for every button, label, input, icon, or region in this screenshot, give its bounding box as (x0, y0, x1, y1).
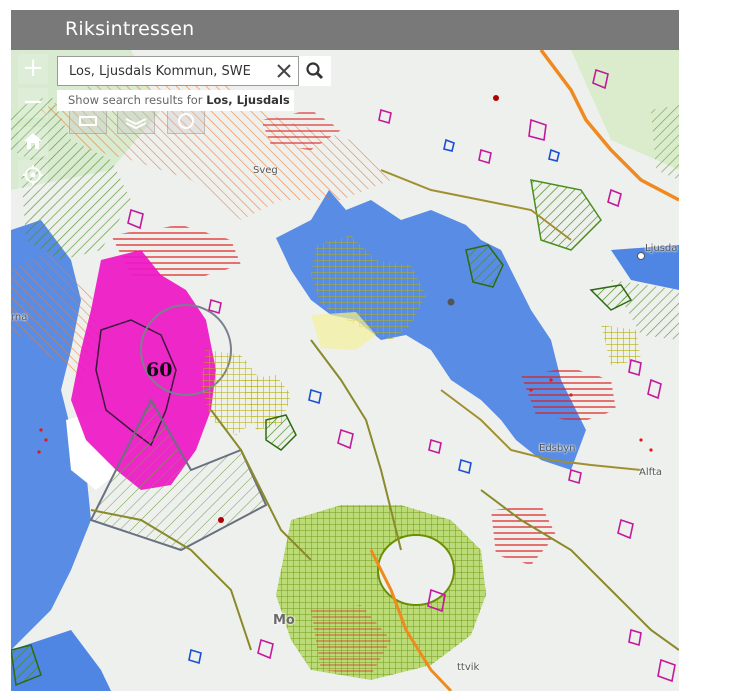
zoom-in-button[interactable]: + (18, 54, 48, 84)
map-label-ljusdal: Ljusda (645, 243, 678, 254)
close-icon (277, 64, 291, 78)
search-icon (306, 62, 324, 80)
home-icon (24, 133, 42, 149)
search-suggestion-term: Los, Ljusdals ... (206, 93, 294, 107)
app-window: Riksintressen Sveg Ljusda Edsbyn Alfta M… (11, 10, 679, 691)
zoom-out-button[interactable]: − (18, 88, 48, 118)
locate-button[interactable] (18, 160, 48, 190)
clear-search-button[interactable] (274, 61, 294, 81)
search-box (57, 56, 331, 86)
map-site-number: 60 (146, 359, 173, 381)
map-label-rattvik: ttvik (457, 662, 480, 673)
map-view[interactable]: Sveg Ljusda Edsbyn Alfta Mo ttvik rna 60 (11, 50, 679, 691)
map-label-orsa: rna (11, 312, 28, 323)
home-button[interactable] (18, 127, 48, 157)
search-suggestion[interactable]: Show search results for Los, Ljusdals ..… (57, 90, 294, 111)
app-header: Riksintressen (11, 10, 679, 50)
locate-icon (23, 165, 43, 185)
map-label-sveg: Sveg (253, 165, 278, 176)
map-label-alfta: Alfta (639, 467, 663, 478)
search-button[interactable] (298, 56, 331, 86)
app-title: Riksintressen (65, 18, 195, 40)
search-suggestion-prefix: Show search results for (68, 93, 207, 107)
map-label-mora: Mo (273, 613, 295, 628)
search-input[interactable] (58, 57, 281, 85)
map-label-edsbyn: Edsbyn (539, 443, 576, 454)
map-canvas[interactable] (11, 50, 679, 691)
